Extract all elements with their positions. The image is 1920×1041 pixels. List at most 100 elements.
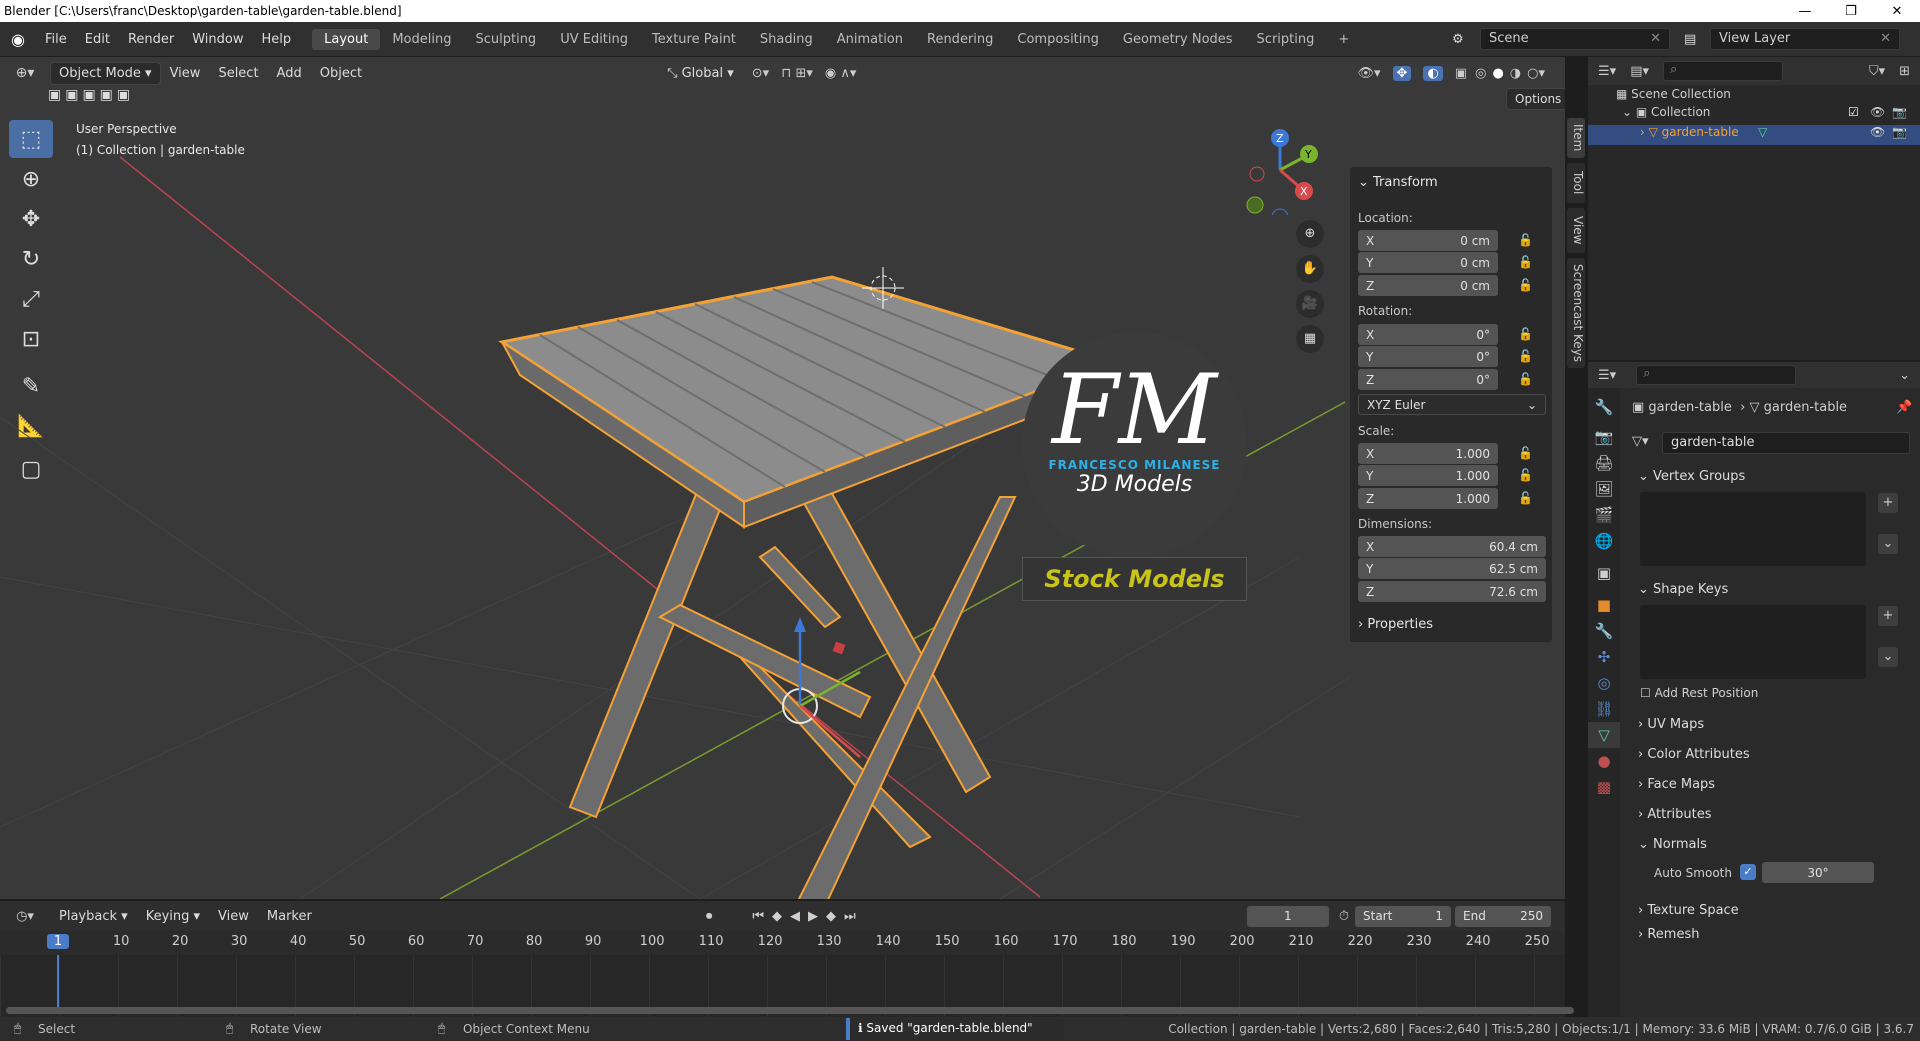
uv-maps-panel-header[interactable]: › UV Maps bbox=[1630, 710, 1912, 738]
jump-start-icon[interactable]: ⏮ bbox=[752, 909, 764, 924]
add-rest-position-checkbox[interactable]: ☐ Add Rest Position bbox=[1640, 686, 1758, 700]
close-icon[interactable]: ✕ bbox=[1650, 31, 1661, 47]
tab-rendering[interactable]: Rendering bbox=[915, 29, 1005, 50]
modifier-tab-icon[interactable]: 🔧 bbox=[1588, 618, 1620, 644]
camera-icon[interactable]: 📷 bbox=[1892, 105, 1907, 119]
close-icon[interactable]: ✕ bbox=[1880, 31, 1891, 47]
mesh-data-tab-icon[interactable]: ▽ bbox=[1588, 722, 1620, 748]
camera-view-icon[interactable]: 🎥 bbox=[1296, 290, 1324, 318]
vertex-groups-panel-header[interactable]: ⌄ Vertex Groups bbox=[1630, 462, 1912, 490]
saved-report[interactable]: ℹ Saved "garden-table.blend" bbox=[846, 1018, 1064, 1040]
face-maps-panel-header[interactable]: › Face Maps bbox=[1630, 770, 1912, 798]
properties-search-input[interactable]: ⌕ bbox=[1636, 365, 1797, 385]
scale-z-field[interactable]: Z 1.000 bbox=[1358, 488, 1498, 509]
perspective-toggle-icon[interactable]: ▦ bbox=[1296, 325, 1324, 353]
add-shape-key-button[interactable]: + bbox=[1878, 606, 1898, 626]
lock-icon[interactable]: 🔓 bbox=[1518, 491, 1533, 505]
outliner-row-garden-table[interactable]: › ▽ garden-table ▽ 👁 📷 bbox=[1588, 125, 1920, 145]
timeline-ruler[interactable]: 1 10 20 30 40 50 60 70 80 90 100 110 120 130 140 150 160… bbox=[0, 931, 1565, 955]
dimension-z-field[interactable]: Z 72.6 cm bbox=[1358, 581, 1546, 602]
tab-item[interactable]: Item bbox=[1567, 118, 1585, 158]
menu-render[interactable]: Render bbox=[119, 32, 183, 47]
rotation-z-field[interactable]: Z 0° bbox=[1358, 369, 1498, 390]
dimension-y-field[interactable]: Y 62.5 cm bbox=[1358, 558, 1546, 579]
play-reverse-icon[interactable]: ◀ bbox=[790, 909, 800, 924]
tab-animation[interactable]: Animation bbox=[825, 29, 915, 50]
current-frame-field[interactable]: 1 bbox=[1246, 905, 1329, 927]
playhead[interactable] bbox=[57, 955, 59, 1007]
tool-tab-icon[interactable]: 🔧 bbox=[1588, 394, 1620, 420]
shape-keys-list[interactable] bbox=[1640, 605, 1866, 679]
tab-uv-editing[interactable]: UV Editing bbox=[548, 29, 640, 50]
blender-logo-icon[interactable]: ◉ bbox=[0, 30, 36, 49]
3d-viewport[interactable]: ⊕▾ Object Mode ▾ View Select Add Object … bbox=[0, 57, 1565, 899]
tab-view[interactable]: View bbox=[1567, 208, 1585, 253]
view-layer-tab-icon[interactable]: 🖼 bbox=[1588, 476, 1620, 502]
tab-layout[interactable]: Layout bbox=[312, 28, 381, 50]
attributes-panel-header[interactable]: › Attributes bbox=[1630, 800, 1912, 828]
location-x-field[interactable]: X 0 cm bbox=[1358, 230, 1498, 251]
keying-menu[interactable]: Keying ▾ bbox=[137, 909, 209, 924]
physics-tab-icon[interactable]: ◎ bbox=[1588, 670, 1620, 696]
timeline-scrollbar[interactable] bbox=[6, 1007, 1574, 1014]
lock-icon[interactable]: 🔓 bbox=[1518, 349, 1533, 363]
start-frame-field[interactable]: Start 1 bbox=[1355, 905, 1451, 927]
rotation-mode-dropdown[interactable]: XYZ Euler ⌄ bbox=[1358, 394, 1546, 415]
outliner-row-scene-collection[interactable]: ▦ Scene Collection bbox=[1616, 87, 1731, 101]
eye-icon[interactable]: 👁 bbox=[1870, 105, 1885, 119]
scale-y-field[interactable]: Y 1.000 bbox=[1358, 465, 1498, 486]
auto-smooth-checkbox[interactable]: ✓ bbox=[1740, 864, 1756, 880]
texture-tab-icon[interactable]: ▩ bbox=[1588, 774, 1620, 800]
scene-icon[interactable]: ⚙ bbox=[1452, 32, 1480, 47]
tab-screencast-keys[interactable]: Screencast Keys bbox=[1567, 258, 1585, 368]
auto-smooth-angle-field[interactable]: 30° bbox=[1762, 862, 1874, 883]
rotation-y-field[interactable]: Y 0° bbox=[1358, 346, 1498, 367]
menu-file[interactable]: File bbox=[36, 32, 76, 47]
location-z-field[interactable]: Z 0 cm bbox=[1358, 275, 1498, 296]
playback-menu[interactable]: Playback ▾ bbox=[50, 909, 137, 924]
render-tab-icon[interactable]: 📷 bbox=[1588, 424, 1620, 450]
material-tab-icon[interactable]: ● bbox=[1588, 748, 1620, 774]
properties-subpanel-header[interactable]: › Properties bbox=[1358, 617, 1433, 632]
lock-icon[interactable]: 🔓 bbox=[1518, 255, 1533, 269]
outliner-search-input[interactable]: ⌕ bbox=[1663, 61, 1783, 81]
tab-shading[interactable]: Shading bbox=[748, 29, 825, 50]
editor-type-icon[interactable]: ☰▾ bbox=[1598, 368, 1616, 383]
outliner-row-collection[interactable]: ⌄ ▣ Collection ☑ 👁 📷 bbox=[1588, 105, 1920, 125]
end-frame-field[interactable]: End 250 bbox=[1455, 905, 1551, 927]
checkbox-icon[interactable]: ☑ bbox=[1848, 105, 1859, 119]
lock-icon[interactable]: 🔓 bbox=[1518, 446, 1533, 460]
scene-selector[interactable]: Scene ✕ bbox=[1480, 28, 1670, 50]
dimension-x-field[interactable]: X 60.4 cm bbox=[1358, 536, 1546, 557]
zoom-icon[interactable]: ⊕ bbox=[1296, 220, 1324, 248]
tab-texture-paint[interactable]: Texture Paint bbox=[640, 29, 748, 50]
marker-menu[interactable]: Marker bbox=[258, 909, 321, 924]
shape-keys-panel-header[interactable]: ⌄ Shape Keys bbox=[1630, 575, 1912, 603]
minimize-button[interactable]: — bbox=[1782, 4, 1828, 19]
navigation-gizmo[interactable]: Z Y X bbox=[1235, 125, 1325, 215]
pin-icon[interactable]: 📌 bbox=[1896, 400, 1912, 415]
jump-end-icon[interactable]: ⏭ bbox=[844, 909, 856, 924]
scene-tab-icon[interactable]: 🎬 bbox=[1588, 502, 1620, 528]
close-button[interactable]: ✕ bbox=[1874, 4, 1920, 19]
location-y-field[interactable]: Y 0 cm bbox=[1358, 252, 1498, 273]
filter-icon[interactable]: ⛉▾ bbox=[1869, 64, 1885, 79]
particles-tab-icon[interactable]: ✣ bbox=[1588, 644, 1620, 670]
prev-keyframe-icon[interactable]: ◆ bbox=[772, 909, 782, 924]
display-mode-icon[interactable]: ▤▾ bbox=[1630, 64, 1649, 79]
output-tab-icon[interactable]: 🖨 bbox=[1588, 450, 1620, 476]
color-attributes-panel-header[interactable]: › Color Attributes bbox=[1630, 740, 1912, 768]
timeline-view-menu[interactable]: View bbox=[209, 909, 258, 924]
new-collection-icon[interactable]: ⊞ bbox=[1899, 64, 1910, 79]
object-tab-icon[interactable]: ■ bbox=[1588, 592, 1620, 618]
eye-icon[interactable]: 👁 bbox=[1870, 125, 1885, 139]
world-tab-icon[interactable]: 🌐 bbox=[1588, 528, 1620, 554]
lock-icon[interactable]: 🔓 bbox=[1518, 278, 1533, 292]
scale-x-field[interactable]: X 1.000 bbox=[1358, 443, 1498, 464]
record-icon[interactable]: ⏺ bbox=[706, 909, 713, 924]
tab-modeling[interactable]: Modeling bbox=[380, 29, 463, 50]
chevron-down-icon[interactable]: ⌄ bbox=[1899, 368, 1910, 383]
lock-icon[interactable]: 🔓 bbox=[1518, 233, 1533, 247]
menu-help[interactable]: Help bbox=[253, 32, 301, 47]
tab-compositing[interactable]: Compositing bbox=[1005, 29, 1111, 50]
